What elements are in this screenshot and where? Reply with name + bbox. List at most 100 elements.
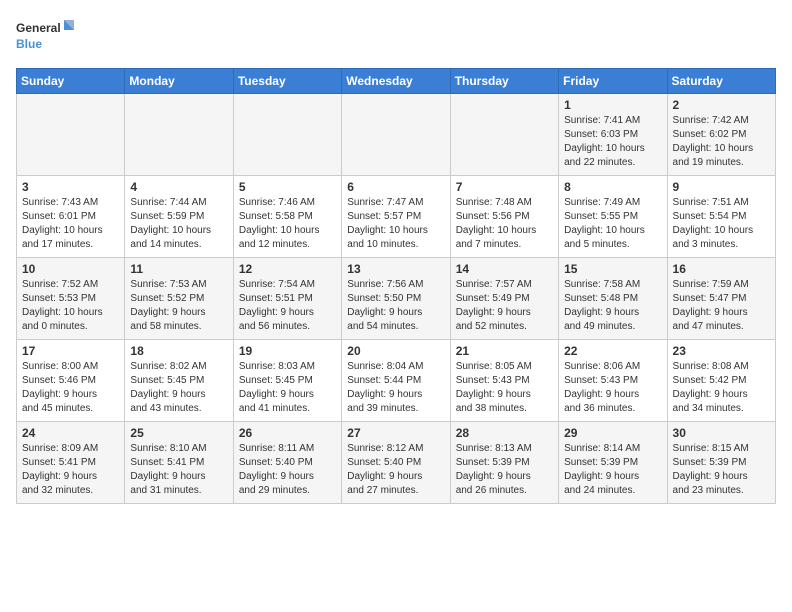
day-number: 9 bbox=[673, 180, 770, 194]
svg-text:Blue: Blue bbox=[16, 37, 42, 51]
day-number: 27 bbox=[347, 426, 444, 440]
day-info: Sunrise: 8:04 AMSunset: 5:44 PMDaylight:… bbox=[347, 360, 444, 416]
day-number: 21 bbox=[456, 344, 553, 358]
day-info: Sunrise: 7:59 AMSunset: 5:47 PMDaylight:… bbox=[673, 278, 770, 334]
day-info: Sunrise: 7:56 AMSunset: 5:50 PMDaylight:… bbox=[347, 278, 444, 334]
calendar-cell: 27 Sunrise: 8:12 AMSunset: 5:40 PMDayligh… bbox=[342, 422, 450, 504]
logo-svg: General Blue bbox=[16, 16, 76, 56]
day-number: 30 bbox=[673, 426, 770, 440]
day-number: 18 bbox=[130, 344, 227, 358]
day-info: Sunrise: 7:41 AMSunset: 6:03 PMDaylight:… bbox=[564, 114, 661, 170]
day-info: Sunrise: 7:52 AMSunset: 5:53 PMDaylight:… bbox=[22, 278, 119, 334]
day-number: 1 bbox=[564, 98, 661, 112]
day-info: Sunrise: 7:51 AMSunset: 5:54 PMDaylight:… bbox=[673, 196, 770, 252]
calendar-week-row: 3 Sunrise: 7:43 AMSunset: 6:01 PMDaylight… bbox=[17, 176, 776, 258]
day-number: 29 bbox=[564, 426, 661, 440]
day-info: Sunrise: 8:13 AMSunset: 5:39 PMDaylight:… bbox=[456, 442, 553, 498]
calendar-cell: 22 Sunrise: 8:06 AMSunset: 5:43 PMDayligh… bbox=[559, 340, 667, 422]
day-header: Tuesday bbox=[233, 69, 341, 94]
calendar-cell: 10 Sunrise: 7:52 AMSunset: 5:53 PMDayligh… bbox=[17, 258, 125, 340]
day-info: Sunrise: 8:12 AMSunset: 5:40 PMDaylight:… bbox=[347, 442, 444, 498]
calendar-week-row: 10 Sunrise: 7:52 AMSunset: 5:53 PMDayligh… bbox=[17, 258, 776, 340]
day-info: Sunrise: 7:54 AMSunset: 5:51 PMDaylight:… bbox=[239, 278, 336, 334]
day-info: Sunrise: 8:09 AMSunset: 5:41 PMDaylight:… bbox=[22, 442, 119, 498]
day-number: 19 bbox=[239, 344, 336, 358]
day-number: 7 bbox=[456, 180, 553, 194]
day-number: 11 bbox=[130, 262, 227, 276]
day-header: Monday bbox=[125, 69, 233, 94]
calendar-week-row: 1 Sunrise: 7:41 AMSunset: 6:03 PMDaylight… bbox=[17, 94, 776, 176]
calendar-cell: 12 Sunrise: 7:54 AMSunset: 5:51 PMDayligh… bbox=[233, 258, 341, 340]
day-number: 15 bbox=[564, 262, 661, 276]
day-number: 10 bbox=[22, 262, 119, 276]
calendar-cell: 20 Sunrise: 8:04 AMSunset: 5:44 PMDayligh… bbox=[342, 340, 450, 422]
day-number: 26 bbox=[239, 426, 336, 440]
day-info: Sunrise: 8:15 AMSunset: 5:39 PMDaylight:… bbox=[673, 442, 770, 498]
day-number: 6 bbox=[347, 180, 444, 194]
day-info: Sunrise: 7:48 AMSunset: 5:56 PMDaylight:… bbox=[456, 196, 553, 252]
day-header: Friday bbox=[559, 69, 667, 94]
calendar-cell: 28 Sunrise: 8:13 AMSunset: 5:39 PMDayligh… bbox=[450, 422, 558, 504]
day-info: Sunrise: 7:43 AMSunset: 6:01 PMDaylight:… bbox=[22, 196, 119, 252]
calendar-week-row: 24 Sunrise: 8:09 AMSunset: 5:41 PMDayligh… bbox=[17, 422, 776, 504]
calendar-cell: 24 Sunrise: 8:09 AMSunset: 5:41 PMDayligh… bbox=[17, 422, 125, 504]
day-header: Wednesday bbox=[342, 69, 450, 94]
day-info: Sunrise: 8:05 AMSunset: 5:43 PMDaylight:… bbox=[456, 360, 553, 416]
day-info: Sunrise: 8:03 AMSunset: 5:45 PMDaylight:… bbox=[239, 360, 336, 416]
day-number: 12 bbox=[239, 262, 336, 276]
calendar-table: SundayMondayTuesdayWednesdayThursdayFrid… bbox=[16, 68, 776, 504]
calendar-cell: 9 Sunrise: 7:51 AMSunset: 5:54 PMDaylight… bbox=[667, 176, 775, 258]
day-number: 22 bbox=[564, 344, 661, 358]
calendar-cell: 5Sunrise: 7:46 AMSunset: 5:58 PMDaylight… bbox=[233, 176, 341, 258]
day-number: 14 bbox=[456, 262, 553, 276]
calendar-cell: 3 Sunrise: 7:43 AMSunset: 6:01 PMDaylight… bbox=[17, 176, 125, 258]
day-number: 23 bbox=[673, 344, 770, 358]
calendar-cell bbox=[233, 94, 341, 176]
calendar-cell: 29 Sunrise: 8:14 AMSunset: 5:39 PMDayligh… bbox=[559, 422, 667, 504]
calendar-cell bbox=[17, 94, 125, 176]
day-number: 20 bbox=[347, 344, 444, 358]
day-info: Sunrise: 8:08 AMSunset: 5:42 PMDaylight:… bbox=[673, 360, 770, 416]
calendar-cell: 13 Sunrise: 7:56 AMSunset: 5:50 PMDayligh… bbox=[342, 258, 450, 340]
day-info: Sunrise: 7:49 AMSunset: 5:55 PMDaylight:… bbox=[564, 196, 661, 252]
calendar-cell: 23 Sunrise: 8:08 AMSunset: 5:42 PMDayligh… bbox=[667, 340, 775, 422]
day-info: Sunrise: 7:42 AMSunset: 6:02 PMDaylight:… bbox=[673, 114, 770, 170]
day-info: Sunrise: 8:06 AMSunset: 5:43 PMDaylight:… bbox=[564, 360, 661, 416]
day-info: Sunrise: 7:53 AMSunset: 5:52 PMDaylight:… bbox=[130, 278, 227, 334]
calendar-cell: 25Sunrise: 8:10 AMSunset: 5:41 PMDayligh… bbox=[125, 422, 233, 504]
calendar-cell: 16 Sunrise: 7:59 AMSunset: 5:47 PMDayligh… bbox=[667, 258, 775, 340]
calendar-cell: 2Sunrise: 7:42 AMSunset: 6:02 PMDaylight… bbox=[667, 94, 775, 176]
calendar-cell: 18 Sunrise: 8:02 AMSunset: 5:45 PMDayligh… bbox=[125, 340, 233, 422]
calendar-cell: 4Sunrise: 7:44 AMSunset: 5:59 PMDaylight… bbox=[125, 176, 233, 258]
day-number: 13 bbox=[347, 262, 444, 276]
day-header: Saturday bbox=[667, 69, 775, 94]
calendar-cell bbox=[342, 94, 450, 176]
day-number: 24 bbox=[22, 426, 119, 440]
day-number: 8 bbox=[564, 180, 661, 194]
day-info: Sunrise: 7:57 AMSunset: 5:49 PMDaylight:… bbox=[456, 278, 553, 334]
calendar-cell: 11 Sunrise: 7:53 AMSunset: 5:52 PMDayligh… bbox=[125, 258, 233, 340]
calendar-cell: 21 Sunrise: 8:05 AMSunset: 5:43 PMDayligh… bbox=[450, 340, 558, 422]
day-info: Sunrise: 8:14 AMSunset: 5:39 PMDaylight:… bbox=[564, 442, 661, 498]
day-number: 25 bbox=[130, 426, 227, 440]
calendar-cell: 17Sunrise: 8:00 AMSunset: 5:46 PMDayligh… bbox=[17, 340, 125, 422]
calendar-cell bbox=[125, 94, 233, 176]
day-info: Sunrise: 7:46 AMSunset: 5:58 PMDaylight:… bbox=[239, 196, 336, 252]
day-number: 4 bbox=[130, 180, 227, 194]
day-info: Sunrise: 7:47 AMSunset: 5:57 PMDaylight:… bbox=[347, 196, 444, 252]
calendar-cell: 14 Sunrise: 7:57 AMSunset: 5:49 PMDayligh… bbox=[450, 258, 558, 340]
svg-text:General: General bbox=[16, 21, 61, 35]
day-info: Sunrise: 8:00 AMSunset: 5:46 PMDaylight:… bbox=[22, 360, 119, 416]
calendar-cell: 15 Sunrise: 7:58 AMSunset: 5:48 PMDayligh… bbox=[559, 258, 667, 340]
day-info: Sunrise: 7:58 AMSunset: 5:48 PMDaylight:… bbox=[564, 278, 661, 334]
day-number: 3 bbox=[22, 180, 119, 194]
calendar-cell: 1 Sunrise: 7:41 AMSunset: 6:03 PMDaylight… bbox=[559, 94, 667, 176]
day-number: 28 bbox=[456, 426, 553, 440]
day-number: 16 bbox=[673, 262, 770, 276]
calendar-cell: 30 Sunrise: 8:15 AMSunset: 5:39 PMDayligh… bbox=[667, 422, 775, 504]
day-info: Sunrise: 8:11 AMSunset: 5:40 PMDaylight:… bbox=[239, 442, 336, 498]
day-info: Sunrise: 8:02 AMSunset: 5:45 PMDaylight:… bbox=[130, 360, 227, 416]
calendar-cell bbox=[450, 94, 558, 176]
calendar-cell: 7 Sunrise: 7:48 AMSunset: 5:56 PMDaylight… bbox=[450, 176, 558, 258]
calendar-cell: 19 Sunrise: 8:03 AMSunset: 5:45 PMDayligh… bbox=[233, 340, 341, 422]
